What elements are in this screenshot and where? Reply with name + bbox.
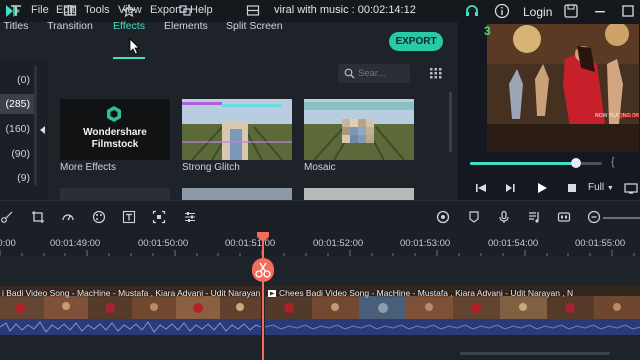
window-title: viral with music : 00:02:14:12 xyxy=(274,4,416,16)
ruler-tick-label: 00:00 xyxy=(0,238,16,249)
active-tab-underline xyxy=(113,57,145,59)
tab-label: Transition xyxy=(47,20,93,32)
login-link[interactable]: Login xyxy=(523,5,552,19)
cut-icon[interactable] xyxy=(0,210,14,224)
effect-thumb[interactable] xyxy=(182,188,292,200)
mosaic-preview xyxy=(304,99,414,160)
quality-select[interactable]: Full ▼ xyxy=(588,182,614,193)
minimize-icon[interactable] xyxy=(592,3,608,19)
mark-bracket-icon[interactable]: { xyxy=(611,156,615,168)
playhead-handle[interactable] xyxy=(257,232,269,242)
playhead-scissors-button[interactable] xyxy=(252,258,274,282)
tab-transition[interactable]: Transition xyxy=(46,4,94,36)
category-item-selected[interactable]: (285) xyxy=(0,94,34,114)
speed-icon[interactable] xyxy=(61,210,75,224)
headset-icon[interactable] xyxy=(464,3,480,19)
effect-thumb[interactable] xyxy=(304,188,414,200)
effects-icon xyxy=(122,4,136,17)
category-item[interactable]: (9) xyxy=(0,168,34,188)
quality-value: Full xyxy=(588,182,605,193)
effects-scrollbar[interactable] xyxy=(449,92,452,152)
effect-thumb[interactable] xyxy=(60,188,170,200)
export-button[interactable]: EXPORT xyxy=(389,32,443,51)
mouse-cursor-icon xyxy=(129,38,140,55)
stop-icon[interactable] xyxy=(565,181,579,195)
tab-elements[interactable]: Elements xyxy=(164,4,208,36)
search-box[interactable] xyxy=(338,64,410,83)
save-icon[interactable] xyxy=(563,3,579,19)
waveform xyxy=(0,321,261,333)
play-icon[interactable] xyxy=(535,181,549,195)
tab-label: Effects xyxy=(113,20,145,32)
play-back-icon[interactable] xyxy=(504,181,518,195)
scissors-icon xyxy=(255,262,271,278)
tab-label: Split Screen xyxy=(226,20,283,32)
ruler-tick-label: 00:01:54:00 xyxy=(488,238,539,249)
ruler-tick-label: 00:01:52:00 xyxy=(313,238,364,249)
titles-icon xyxy=(11,5,21,16)
snapshot-icon[interactable] xyxy=(624,181,638,195)
effect-thumb-strong-glitch[interactable] xyxy=(182,99,292,160)
collapse-panel-icon[interactable] xyxy=(38,125,46,135)
audio-waveform-right[interactable] xyxy=(265,319,640,335)
grid-view-icon[interactable] xyxy=(430,68,442,79)
ruler-tick-label: 00:01:50:00 xyxy=(138,238,189,249)
effect-thumb-more-effects[interactable]: Wondershare Filmstock xyxy=(60,99,170,160)
category-item[interactable]: (90) xyxy=(0,144,34,164)
ruler-tick-label: 00:01:55:00 xyxy=(575,238,626,249)
audio-waveform-left[interactable] xyxy=(0,319,261,335)
playback-progress-fill xyxy=(470,162,576,165)
transition-icon xyxy=(63,5,77,16)
render-icon[interactable] xyxy=(436,210,450,224)
search-input[interactable] xyxy=(358,66,408,81)
filmstock-logo-icon xyxy=(107,106,121,122)
preview-marker: 3 xyxy=(484,24,491,38)
waveform xyxy=(265,324,640,330)
clip-title: Chees Badi Video Song - MacHine - Mustaf… xyxy=(279,288,574,298)
tab-split-screen[interactable]: Split Screen xyxy=(226,4,283,36)
tab-label: Elements xyxy=(164,20,208,32)
ruler-tick-label: 00:01:49:00 xyxy=(50,238,101,249)
effect-label: More Effects xyxy=(60,162,116,173)
preview-video: NOW PLAYING ON gaana xyxy=(487,24,639,152)
video-clip-right[interactable]: Chees Badi Video Song - MacHine - Mustaf… xyxy=(265,286,640,320)
search-icon xyxy=(344,68,355,79)
effect-thumb-mosaic[interactable] xyxy=(304,99,414,160)
microphone-icon[interactable] xyxy=(497,210,511,224)
video-clip-left[interactable]: i Badi Video Song - MacHine - Mustafa , … xyxy=(0,286,261,320)
category-item[interactable]: (0) xyxy=(0,70,34,90)
marker-icon[interactable] xyxy=(467,210,481,224)
color-palette-icon[interactable] xyxy=(92,210,106,224)
strong-glitch-preview xyxy=(182,99,292,160)
ruler-tick-label: 00:01:53:00 xyxy=(400,238,451,249)
zoom-slider[interactable] xyxy=(603,217,640,219)
clip-title: i Badi Video Song - MacHine - Mustafa , … xyxy=(2,288,261,298)
zoom-out-icon[interactable] xyxy=(587,210,601,224)
split-audio-icon[interactable] xyxy=(557,210,571,224)
tab-effects[interactable]: Effects xyxy=(110,4,148,36)
svg-text:gaana: gaana xyxy=(619,112,639,119)
adjust-sliders-icon[interactable] xyxy=(183,210,197,224)
crop-icon[interactable] xyxy=(31,210,45,224)
text-overlay-icon[interactable] xyxy=(122,210,136,224)
tab-label: Titles xyxy=(3,20,29,32)
tab-titles[interactable]: Titles xyxy=(0,4,32,36)
filmstock-logo-line1: Wondershare xyxy=(83,127,147,138)
split-screen-icon xyxy=(246,5,260,16)
fit-frame-icon[interactable] xyxy=(152,210,166,224)
elements-icon xyxy=(179,5,191,16)
previous-frame-icon[interactable] xyxy=(474,181,488,195)
playback-progress-knob[interactable] xyxy=(571,158,581,168)
timeline-horizontal-scrollbar[interactable] xyxy=(460,352,610,355)
chevron-down-icon: ▼ xyxy=(606,185,614,192)
category-scrollbar[interactable] xyxy=(34,66,37,186)
filmstock-logo-line2: Filmstock xyxy=(91,139,139,150)
effect-label: Strong Glitch xyxy=(182,162,240,173)
info-icon[interactable] xyxy=(494,3,510,19)
video-frame: NOW PLAYING ON gaana xyxy=(487,24,639,152)
category-item[interactable]: (160) xyxy=(0,119,34,139)
maximize-icon[interactable] xyxy=(620,3,636,19)
effect-label: Mosaic xyxy=(304,162,336,173)
voiceover-list-icon[interactable] xyxy=(527,210,541,224)
